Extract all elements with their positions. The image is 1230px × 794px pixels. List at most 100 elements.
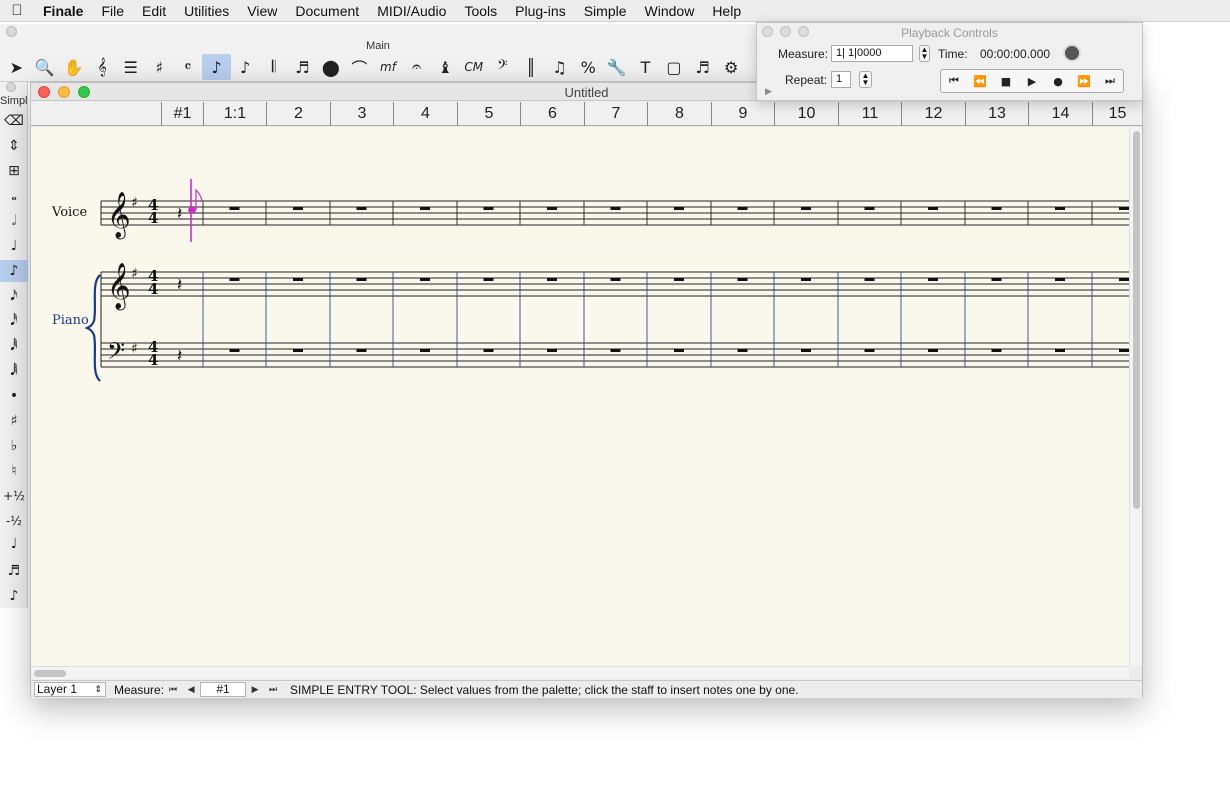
time-signature-tool-icon[interactable]: 𝄴 [174, 54, 203, 80]
ruler-measure-5[interactable]: 4 [393, 102, 457, 126]
natural-icon[interactable]: ♮ [0, 460, 28, 482]
menu-tools[interactable]: Tools [455, 0, 506, 22]
staff-tool-icon[interactable]: 𝄞 [88, 54, 117, 80]
sixteenth-note-icon[interactable]: 𝅘𝅥𝅯 [0, 285, 28, 307]
half-note-icon[interactable]: 𝅗𝅥 [0, 210, 28, 232]
tie-notes-icon[interactable]: ♩ [0, 533, 28, 555]
playback-repeat-field[interactable]: 1 [831, 71, 851, 88]
playback-repeat-stepper[interactable]: ▲ ▼ [859, 71, 872, 88]
side-palette-close-button[interactable] [6, 82, 16, 92]
hyperscribe-tool-icon[interactable]: 𝄃 [259, 54, 288, 80]
simple-entry-tool-icon[interactable]: ♪ [202, 54, 231, 80]
menu-utilities[interactable]: Utilities [175, 0, 238, 22]
ruler-measure-15[interactable]: 14 [1028, 102, 1092, 126]
plug-in-icon[interactable]: ⚙ [717, 54, 746, 80]
wrench-tool-icon[interactable]: 🔧 [602, 54, 631, 80]
ruler-measure-8[interactable]: 7 [584, 102, 647, 126]
sharp-icon[interactable]: ♯ [0, 410, 28, 432]
key-signature-tool-icon[interactable]: ♯ [145, 54, 174, 80]
horizontal-scrollbar[interactable] [31, 666, 1129, 679]
tie-icon[interactable]: ⇕ [0, 135, 28, 157]
playback-measure-field[interactable]: 1| 1|0000 [831, 45, 913, 62]
vertical-scroll-thumb[interactable] [1133, 131, 1140, 509]
next-measure-button[interactable]: ▶ [246, 684, 264, 695]
chord-tool-icon[interactable]: CM [460, 54, 489, 80]
fast-forward-to-end-button[interactable]: ⏭ [1097, 70, 1123, 92]
thirty-second-note-icon[interactable]: 𝅘𝅥𝅰 [0, 310, 28, 332]
ruler-measure-9[interactable]: 8 [647, 102, 711, 126]
hand-grabber-icon[interactable]: ✋ [59, 54, 88, 80]
ruler-measure-10[interactable]: 9 [711, 102, 774, 126]
ruler-measure-13[interactable]: 12 [901, 102, 965, 126]
play-button[interactable]: ▶ [1019, 70, 1045, 92]
invert-icon[interactable]: ⊞ [0, 160, 28, 182]
ruler-measure-14[interactable]: 13 [965, 102, 1028, 126]
first-measure-button[interactable]: ⏮ [164, 684, 182, 695]
smart-shape-tool-icon[interactable]: ⬤ [317, 54, 346, 80]
playback-measure-stepper[interactable]: ▲ ▼ [919, 45, 930, 62]
score-canvas[interactable]: Voice Piano 𝄞 𝄞 𝄢 ♯ ♯ ♯ 4 4 4 4 4 4 𝄽 𝄽 … [31, 127, 1129, 666]
tuplet-tool-icon[interactable]: ♬ [288, 54, 317, 80]
ruler-measure-4[interactable]: 3 [330, 102, 393, 126]
selection-tool-icon[interactable]: ➤ [2, 54, 31, 80]
whole-note-icon[interactable]: 𝅝 [0, 185, 28, 207]
clef-tool-icon[interactable]: 𝄢 [488, 54, 517, 80]
eighth-note-icon[interactable]: ♪ [0, 260, 28, 282]
disclosure-triangle-icon[interactable]: ▶ [765, 86, 772, 97]
eraser-icon[interactable]: ⌫ [0, 110, 28, 132]
horizontal-scroll-thumb[interactable] [34, 670, 66, 677]
menu-simple[interactable]: Simple [575, 0, 636, 22]
rewind-button[interactable]: ⏪ [967, 70, 993, 92]
last-measure-button[interactable]: ⏭ [264, 684, 282, 695]
clock-icon[interactable] [1063, 44, 1081, 62]
grace-note-icon[interactable]: ♪ [0, 585, 28, 607]
ruler-measure-12[interactable]: 11 [838, 102, 901, 126]
palette-close-button[interactable] [6, 26, 17, 37]
mirror-tool-icon[interactable]: ║ [517, 54, 546, 80]
staff-styles-icon[interactable]: ♬ [688, 54, 717, 80]
ruler-measure-11[interactable]: 10 [774, 102, 838, 126]
zoom-tool-icon[interactable]: 🔍 [31, 54, 60, 80]
record-button[interactable]: ● [1045, 70, 1071, 92]
score-svg[interactable]: Voice Piano 𝄞 𝄞 𝄢 ♯ ♯ ♯ 4 4 4 4 4 4 𝄽 𝄽 … [31, 127, 1129, 666]
lower-half-step-icon[interactable]: -½ [0, 510, 28, 532]
rewind-to-start-button[interactable]: ⏮ [941, 70, 967, 92]
menu-document[interactable]: Document [286, 0, 368, 22]
stop-button[interactable]: ■ [993, 70, 1019, 92]
menu-midi-audio[interactable]: MIDI/Audio [368, 0, 455, 22]
status-measure-field[interactable]: #1 [200, 682, 247, 697]
menu-view[interactable]: View [238, 0, 286, 22]
layer-select[interactable]: Layer 1 ⇕ [34, 682, 106, 697]
menu-file[interactable]: File [92, 0, 133, 22]
text-tool-icon[interactable]: T [631, 54, 660, 80]
flat-icon[interactable]: ♭ [0, 435, 28, 457]
articulation-tool-icon[interactable]: ⌒ [345, 54, 374, 80]
menu-app-finale[interactable]: Finale [34, 0, 92, 22]
speedy-entry-tool-icon[interactable]: ♪ [231, 54, 260, 80]
menu-window[interactable]: Window [636, 0, 704, 22]
sixty-fourth-note-icon[interactable]: 𝅘𝅥𝅱 [0, 335, 28, 357]
expression-tool-icon[interactable]: mf [374, 54, 403, 80]
ruler-measure-6[interactable]: 5 [457, 102, 520, 126]
menu-plug-ins[interactable]: Plug-ins [506, 0, 575, 22]
ruler-measure-7[interactable]: 6 [520, 102, 584, 126]
one-twenty-eighth-note-icon[interactable]: 𝅘𝅥𝅲 [0, 360, 28, 382]
repeat-tool-icon[interactable]: 𝄐 [402, 54, 431, 80]
menu-edit[interactable]: Edit [133, 0, 175, 22]
apple-icon[interactable]:  [0, 2, 34, 19]
ruler-measure-1[interactable]: #1 [161, 102, 203, 126]
ruler-measure-16[interactable]: 15 [1092, 102, 1142, 126]
lyrics-tool-icon[interactable]: ♝ [431, 54, 460, 80]
previous-measure-button[interactable]: ◀ [182, 684, 200, 695]
percussion-tool-icon[interactable]: % [574, 54, 603, 80]
raise-half-step-icon[interactable]: +½ [0, 485, 28, 507]
tuplet-icon[interactable]: ♬ [0, 560, 28, 582]
graphics-tool-icon[interactable]: ▢ [660, 54, 689, 80]
special-tools-icon[interactable]: ♫ [545, 54, 574, 80]
dot-icon[interactable]: • [0, 385, 28, 407]
menu-help[interactable]: Help [703, 0, 750, 22]
ruler-measure-2[interactable]: 1:1 [203, 102, 266, 126]
ruler-measure-3[interactable]: 2 [266, 102, 330, 126]
measure-tool-icon[interactable]: ☰ [116, 54, 145, 80]
quarter-note-icon[interactable]: ♩ [0, 235, 28, 257]
